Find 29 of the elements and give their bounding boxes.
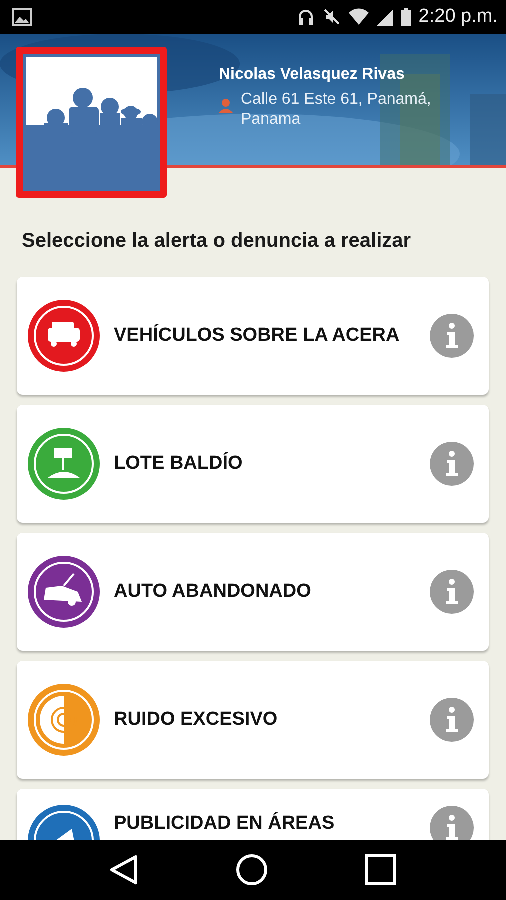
info-icon[interactable] <box>429 569 475 615</box>
status-time: 2:20 p.m. <box>418 6 498 28</box>
user-address: Calle 61 Este 61, Panamá, Panama <box>241 90 432 130</box>
signal-icon <box>376 8 393 26</box>
alert-card[interactable]: PUBLICIDAD EN ÁREAS <box>17 789 489 840</box>
info-icon[interactable] <box>429 313 475 359</box>
alert-card[interactable]: AUTO ABANDONADO <box>17 533 489 651</box>
back-icon[interactable] <box>108 854 139 886</box>
battery-icon <box>400 8 411 26</box>
mute-icon <box>322 8 341 26</box>
alert-label: AUTO ABANDONADO <box>114 581 312 603</box>
home-icon[interactable] <box>236 854 268 886</box>
wifi-icon <box>348 8 369 26</box>
recents-icon[interactable] <box>365 854 398 886</box>
alert-card[interactable]: LOTE BALDÍO <box>17 405 489 523</box>
alert-label: VEHÍCULOS SOBRE LA ACERA <box>114 325 401 347</box>
alert-label: PUBLICIDAD EN ÁREAS <box>114 811 336 835</box>
user-name: Nicolas Velasquez Rivas <box>219 66 406 84</box>
alert-card[interactable]: RUIDO EXCESIVO <box>17 661 489 779</box>
info-icon[interactable] <box>429 697 475 743</box>
info-icon[interactable] <box>429 441 475 487</box>
image-icon <box>12 8 32 26</box>
headphones-icon <box>296 8 315 26</box>
alert-label: RUIDO EXCESIVO <box>114 709 279 731</box>
section-heading: Seleccione la alerta o denuncia a realizar <box>22 230 412 253</box>
alert-card[interactable]: VEHÍCULOS SOBRE LA ACERA <box>17 277 489 395</box>
alert-label: LOTE BALDÍO <box>114 453 244 475</box>
info-icon[interactable] <box>429 805 475 840</box>
person-pin-icon <box>219 99 233 113</box>
